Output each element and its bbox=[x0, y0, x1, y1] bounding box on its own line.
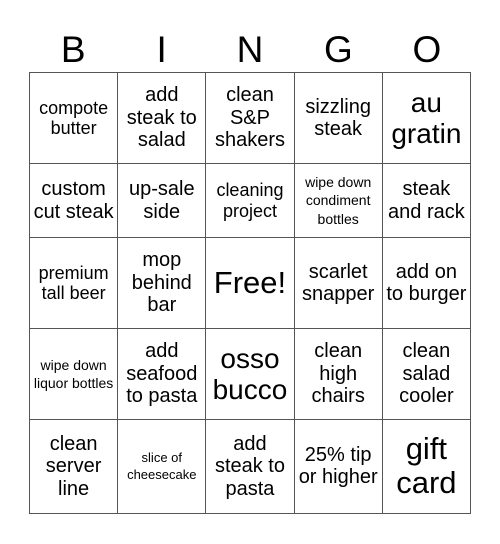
bingo-cell[interactable]: osso bucco bbox=[205, 328, 295, 420]
bingo-cell[interactable]: add seafood to pasta bbox=[117, 328, 207, 420]
bingo-cell[interactable]: clean high chairs bbox=[293, 328, 383, 420]
grid-row: premium tall beer mop behind bar Free! s… bbox=[28, 237, 472, 330]
bingo-cell[interactable]: up-sale side bbox=[117, 162, 207, 239]
bingo-cell[interactable]: clean server line bbox=[28, 418, 119, 515]
bingo-grid: compote butter add steak to salad clean … bbox=[28, 72, 472, 515]
bingo-cell[interactable]: wipe down condiment bottles bbox=[293, 162, 383, 239]
grid-row: custom cut steak up-sale side cleaning p… bbox=[28, 162, 472, 239]
bingo-cell[interactable]: wipe down liquor bottles bbox=[28, 328, 119, 420]
bingo-cell[interactable]: add steak to salad bbox=[117, 72, 207, 164]
bingo-cell[interactable]: slice of cheesecake bbox=[117, 418, 207, 515]
free-space-cell[interactable]: Free! bbox=[205, 237, 295, 330]
bingo-cell[interactable]: clean salad cooler bbox=[381, 328, 472, 420]
grid-row: wipe down liquor bottles add seafood to … bbox=[28, 328, 472, 420]
bingo-cell[interactable]: custom cut steak bbox=[28, 162, 119, 239]
bingo-cell[interactable]: add steak to pasta bbox=[205, 418, 295, 515]
bingo-cell[interactable]: mop behind bar bbox=[117, 237, 207, 330]
header-letter-n: N bbox=[236, 29, 264, 70]
grid-row: compote butter add steak to salad clean … bbox=[28, 72, 472, 164]
bingo-cell[interactable]: add on to burger bbox=[381, 237, 472, 330]
header-letter-o: O bbox=[412, 29, 442, 70]
bingo-cell[interactable]: cleaning project bbox=[205, 162, 295, 239]
bingo-cell[interactable]: compote butter bbox=[28, 72, 119, 164]
bingo-cell[interactable]: clean S&P shakers bbox=[205, 72, 295, 164]
header-letter-g: G bbox=[324, 29, 353, 70]
bingo-cell[interactable]: sizzling steak bbox=[293, 72, 383, 164]
bingo-cell[interactable]: gift card bbox=[381, 418, 472, 515]
grid-row: clean server line slice of cheesecake ad… bbox=[28, 418, 472, 515]
bingo-cell[interactable]: scarlet snapper bbox=[293, 237, 383, 330]
header-letter-i: I bbox=[156, 29, 167, 70]
bingo-header: B I N G O bbox=[29, 28, 471, 72]
bingo-cell[interactable]: steak and rack bbox=[381, 162, 472, 239]
bingo-cell[interactable]: au gratin bbox=[381, 72, 472, 164]
bingo-cell[interactable]: premium tall beer bbox=[28, 237, 119, 330]
bingo-cell[interactable]: 25% tip or higher bbox=[293, 418, 383, 515]
header-letter-b: B bbox=[60, 29, 86, 70]
